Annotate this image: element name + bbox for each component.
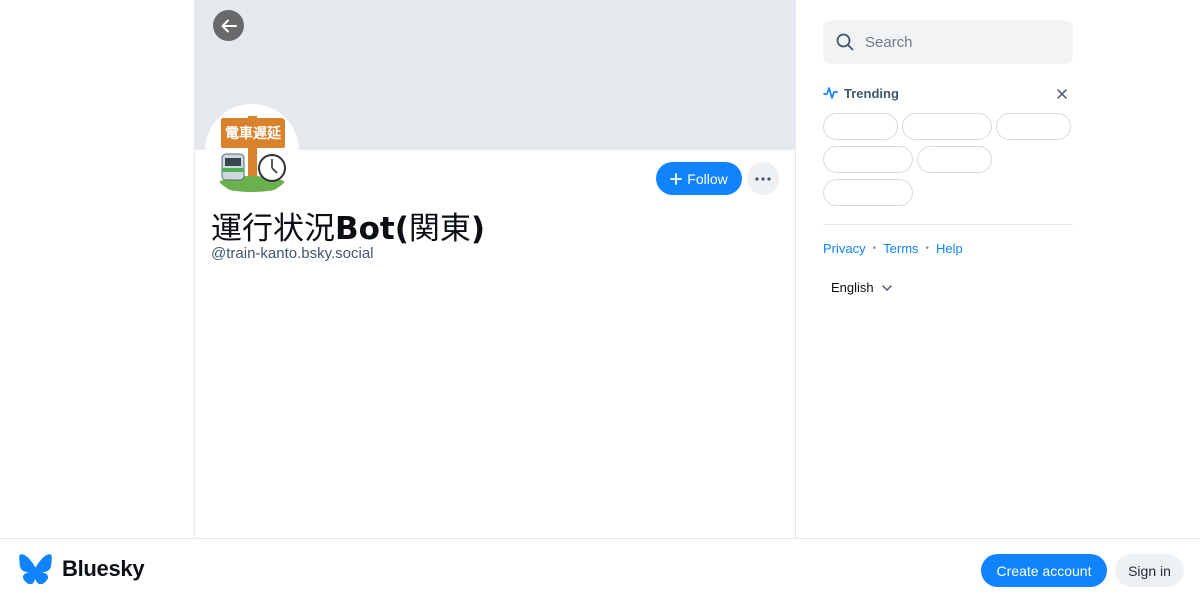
trending-pill[interactable] — [996, 113, 1071, 140]
close-icon — [1057, 89, 1067, 99]
trending-pill[interactable] — [823, 179, 913, 206]
avatar-sign-text: 電車遅延 — [225, 125, 282, 142]
language-select[interactable]: English — [831, 280, 892, 295]
follow-button[interactable]: Follow — [656, 162, 742, 195]
trending-title: Trending — [844, 85, 899, 101]
trending-pill[interactable] — [917, 146, 992, 173]
brand-name: Bluesky — [62, 556, 145, 581]
plus-icon — [670, 172, 683, 185]
brand[interactable]: Bluesky — [19, 554, 145, 584]
display-name-part-1: 運行状況 — [211, 211, 335, 247]
profile-handle: @train-kanto.bsky.social — [211, 245, 374, 262]
profile-column: 電車遅延 Follow 運行状況Bot(関東) @train-kanto.bsk… — [194, 0, 796, 538]
display-name-part-3: 関東 — [408, 211, 471, 247]
display-name-part-4: ) — [470, 211, 486, 247]
search-placeholder: Search — [865, 33, 913, 51]
create-account-button[interactable]: Create account — [981, 554, 1107, 587]
trending-pill[interactable] — [823, 113, 898, 140]
separator-dot: • — [872, 243, 877, 254]
privacy-link[interactable]: Privacy — [823, 241, 866, 256]
footer-links: Privacy • Terms • Help — [823, 241, 963, 256]
trending-pill[interactable] — [823, 146, 913, 173]
display-name: 運行状況Bot(関東) — [211, 203, 485, 248]
search-icon — [836, 33, 854, 51]
avatar[interactable]: 電車遅延 — [205, 104, 299, 198]
trending-close-button[interactable] — [1057, 86, 1067, 104]
sidebar-divider — [823, 224, 1073, 225]
trending-pill[interactable] — [902, 113, 992, 140]
trending-header: Trending — [823, 84, 1073, 102]
language-label: English — [831, 280, 874, 295]
bottom-bar: Bluesky Create account Sign in — [0, 538, 1200, 600]
chevron-down-icon — [881, 284, 892, 291]
search-input[interactable]: Search — [823, 20, 1073, 64]
terms-link[interactable]: Terms — [883, 241, 918, 256]
trending-icon — [823, 87, 838, 99]
display-name-part-2: Bot( — [335, 211, 409, 247]
back-button[interactable] — [213, 10, 244, 41]
follow-label: Follow — [687, 170, 728, 187]
separator-dot: • — [925, 243, 930, 254]
back-arrow-icon — [221, 19, 237, 32]
more-options-button[interactable] — [747, 162, 779, 195]
help-link[interactable]: Help — [936, 241, 963, 256]
butterfly-logo-icon — [19, 554, 52, 584]
ellipsis-icon — [755, 176, 771, 181]
sign-in-button[interactable]: Sign in — [1115, 554, 1184, 587]
